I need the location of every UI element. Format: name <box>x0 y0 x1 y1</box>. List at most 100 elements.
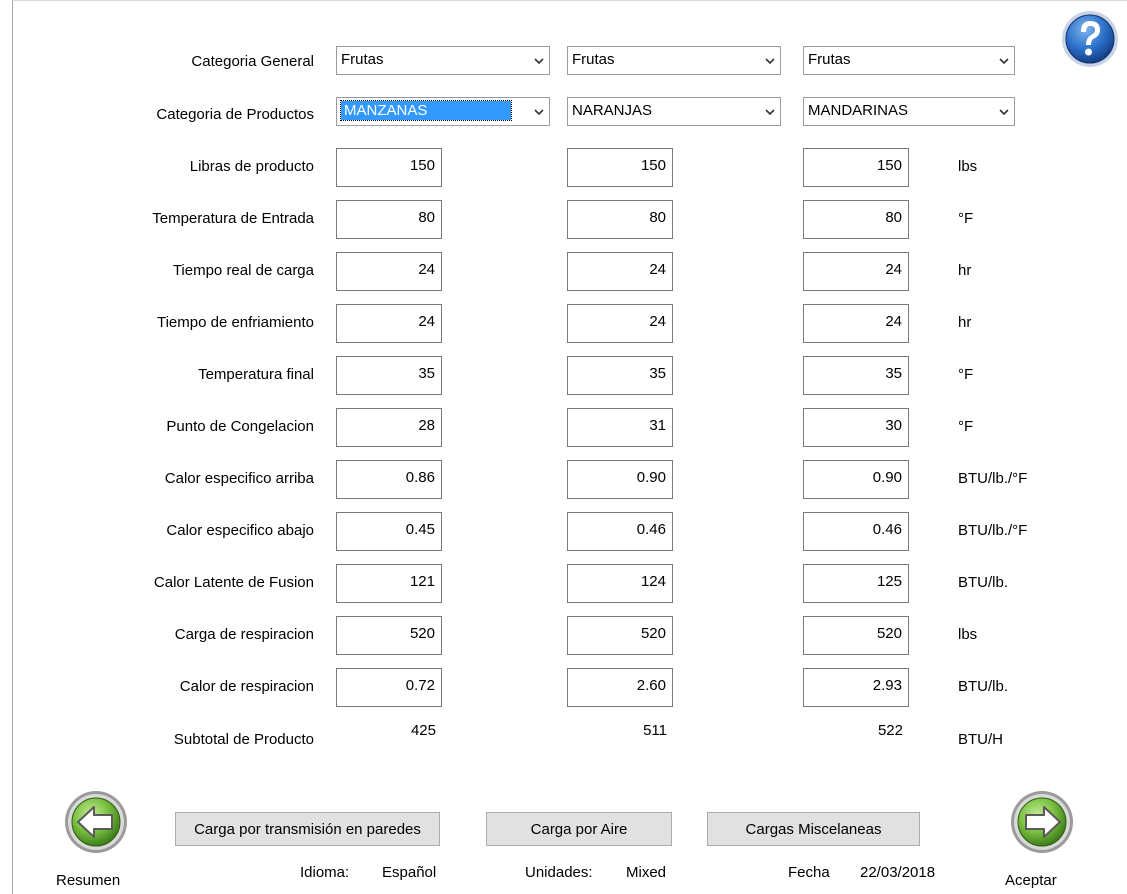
tiempo-carga-input-3[interactable]: 24 <box>803 252 909 291</box>
input-value: 0.45 <box>405 521 435 538</box>
calor-arriba-input-1[interactable]: 0.86 <box>336 460 442 499</box>
calor-respiracion-input-3[interactable]: 2.93 <box>803 668 909 707</box>
tiempo-carga-input-1[interactable]: 24 <box>336 252 442 291</box>
calor-abajo-input-2[interactable]: 0.46 <box>567 512 673 551</box>
punto-congelacion-input-3[interactable]: 30 <box>803 408 909 447</box>
carga-transmision-button[interactable]: Carga por transmisión en paredes <box>175 812 440 846</box>
categoria-general-select-1[interactable]: Frutas <box>336 46 550 75</box>
input-value: 24 <box>418 261 435 278</box>
calor-respiracion-input-1[interactable]: 0.72 <box>336 668 442 707</box>
tiempo-enfriamiento-input-2[interactable]: 24 <box>567 304 673 343</box>
input-value: 2.60 <box>636 677 666 694</box>
unit-calor-arriba: BTU/lb./°F <box>958 470 1028 487</box>
carga-aire-button[interactable]: Carga por Aire <box>486 812 672 846</box>
calor-abajo-input-3[interactable]: 0.46 <box>803 512 909 551</box>
categoria-productos-select-3[interactable]: MANDARINAS <box>803 97 1015 126</box>
categoria-productos-select-2[interactable]: NARANJAS <box>567 97 781 126</box>
label-calor-arriba: Calor especifico arriba <box>164 470 314 487</box>
unit-temp-final: °F <box>958 366 974 383</box>
categoria-productos-select-1[interactable]: MANZANAS <box>336 97 550 126</box>
idioma-label: Idioma: <box>300 864 350 881</box>
input-value: 24 <box>649 261 666 278</box>
chevron-down-icon <box>999 58 1009 65</box>
label-calor-abajo: Calor especifico abajo <box>166 522 314 539</box>
input-value: 35 <box>885 365 902 382</box>
punto-congelacion-input-1[interactable]: 28 <box>336 408 442 447</box>
input-value: 80 <box>418 209 435 226</box>
unidades-label: Unidades: <box>525 864 593 881</box>
unit-carga-respiracion: lbs <box>958 626 978 643</box>
carga-respiracion-input-1[interactable]: 520 <box>336 616 442 655</box>
unit-tiempo-carga: hr <box>958 262 972 279</box>
libras-input-1[interactable]: 150 <box>336 148 442 187</box>
arrow-left-icon[interactable] <box>63 789 129 855</box>
tiempo-enfriamiento-input-1[interactable]: 24 <box>336 304 442 343</box>
input-value: 30 <box>885 417 902 434</box>
input-value: 24 <box>885 261 902 278</box>
fecha-label: Fecha <box>788 864 830 881</box>
label-tiempo-enfriamiento: Tiempo de enfriamiento <box>156 314 314 331</box>
unit-calor-abajo: BTU/lb./°F <box>958 522 1028 539</box>
temp-final-input-3[interactable]: 35 <box>803 356 909 395</box>
unit-temp-entrada: °F <box>958 210 974 227</box>
input-value: 24 <box>885 313 902 330</box>
unit-calor-latente: BTU/lb. <box>958 574 1009 591</box>
input-value: 150 <box>409 157 435 174</box>
unit-tiempo-enfriamiento: hr <box>958 314 972 331</box>
chevron-down-icon <box>534 109 544 116</box>
input-value: 35 <box>649 365 666 382</box>
label-categoria-general: Categoria General <box>191 53 314 70</box>
cargas-miscelaneas-button[interactable]: Cargas Miscelaneas <box>707 812 920 846</box>
calor-abajo-input-1[interactable]: 0.45 <box>336 512 442 551</box>
label-punto-congelacion: Punto de Congelacion <box>166 418 314 435</box>
label-carga-respiracion: Carga de respiracion <box>174 626 314 643</box>
input-value: 520 <box>409 625 435 642</box>
input-value: 24 <box>649 313 666 330</box>
arrow-right-icon[interactable] <box>1009 789 1075 855</box>
categoria-general-select-3[interactable]: Frutas <box>803 46 1015 75</box>
subtotal-value-2: 511 <box>643 722 667 739</box>
chevron-down-icon <box>765 58 775 65</box>
punto-congelacion-input-2[interactable]: 31 <box>567 408 673 447</box>
select-value: Frutas <box>808 51 851 68</box>
temp-entrada-input-2[interactable]: 80 <box>567 200 673 239</box>
tiempo-enfriamiento-input-3[interactable]: 24 <box>803 304 909 343</box>
calor-latente-input-3[interactable]: 125 <box>803 564 909 603</box>
input-value: 520 <box>876 625 902 642</box>
input-value: 0.86 <box>405 469 435 486</box>
input-value: 0.72 <box>405 677 435 694</box>
calor-latente-input-2[interactable]: 124 <box>567 564 673 603</box>
input-value: 0.46 <box>636 521 666 538</box>
label-temp-entrada: Temperatura de Entrada <box>152 210 314 227</box>
tiempo-carga-input-2[interactable]: 24 <box>567 252 673 291</box>
libras-input-2[interactable]: 150 <box>567 148 673 187</box>
aceptar-label[interactable]: Aceptar <box>1005 872 1057 889</box>
select-value: Frutas <box>341 51 384 68</box>
calor-arriba-input-2[interactable]: 0.90 <box>567 460 673 499</box>
label-temp-final: Temperatura final <box>198 366 314 383</box>
label-categoria-productos: Categoria de Productos <box>156 106 314 123</box>
input-value: 80 <box>885 209 902 226</box>
temp-final-input-2[interactable]: 35 <box>567 356 673 395</box>
carga-respiracion-input-3[interactable]: 520 <box>803 616 909 655</box>
input-value: 121 <box>409 573 435 590</box>
categoria-general-select-2[interactable]: Frutas <box>567 46 781 75</box>
temp-entrada-input-3[interactable]: 80 <box>803 200 909 239</box>
calor-arriba-input-3[interactable]: 0.90 <box>803 460 909 499</box>
chevron-down-icon <box>999 109 1009 116</box>
calor-respiracion-input-2[interactable]: 2.60 <box>567 668 673 707</box>
select-value: NARANJAS <box>572 102 653 119</box>
input-value: 0.90 <box>872 469 902 486</box>
calor-latente-input-1[interactable]: 121 <box>336 564 442 603</box>
chevron-down-icon <box>534 58 544 65</box>
resumen-label[interactable]: Resumen <box>56 872 120 889</box>
select-value: Frutas <box>572 51 615 68</box>
input-value: 150 <box>640 157 666 174</box>
temp-entrada-input-1[interactable]: 80 <box>336 200 442 239</box>
input-value: 520 <box>640 625 666 642</box>
libras-input-3[interactable]: 150 <box>803 148 909 187</box>
carga-respiracion-input-2[interactable]: 520 <box>567 616 673 655</box>
help-question-icon[interactable] <box>1060 9 1120 69</box>
input-value: 2.93 <box>872 677 902 694</box>
temp-final-input-1[interactable]: 35 <box>336 356 442 395</box>
